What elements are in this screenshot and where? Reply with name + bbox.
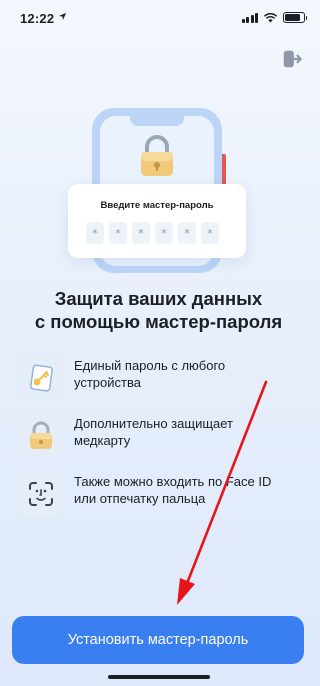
pin-cell: * (155, 222, 173, 244)
password-card-title: Введите мастер-пароль (100, 200, 214, 211)
annotation-arrow (177, 380, 268, 605)
location-arrow-icon (58, 12, 67, 21)
feature-item-single-password: Единый пароль с любого устройства (18, 355, 308, 401)
padlock-icon (141, 135, 173, 176)
pin-row: * * * * * * (86, 222, 219, 244)
logout-icon[interactable] (281, 48, 303, 70)
feature-text: Также можно входить по Face ID или отпеч… (74, 473, 304, 507)
password-card: Введите мастер-пароль * * * * * * (68, 184, 246, 258)
page-title: Защита ваших данных с помощью мастер-пар… (0, 287, 317, 333)
status-time: 12:22 (20, 11, 55, 26)
battery-fill (285, 14, 301, 21)
pin-cell: * (132, 222, 150, 244)
feature-text-line-2: или отпечатку пальца (74, 491, 206, 506)
face-id-icon (29, 482, 53, 506)
feature-item-face-id: Также можно входить по Face ID или отпеч… (18, 471, 308, 517)
page-title-line-1: Защита ваших данных (54, 288, 263, 309)
feature-icon-box (18, 413, 64, 459)
battery-icon (283, 12, 307, 23)
key-card-icon (30, 364, 53, 392)
pin-cell: * (178, 222, 196, 244)
pin-cell: * (86, 222, 104, 244)
feature-text-line-1: Дополнительно защищает (74, 416, 234, 431)
feature-text-line-1: Также можно входить по Face ID (74, 474, 272, 489)
phone-notch (130, 116, 184, 126)
feature-text: Единый пароль с любого устройства (74, 357, 304, 391)
page-title-line-2: с помощью мастер-пароля (34, 311, 283, 332)
wifi-icon (263, 13, 278, 23)
pin-cell: * (201, 222, 219, 244)
feature-text-line-2: устройства (74, 375, 141, 390)
home-indicator (108, 675, 210, 679)
feature-text: Дополнительно защищает медкарту (74, 415, 304, 449)
feature-icon-box (18, 355, 64, 401)
set-master-password-button[interactable]: Установить мастер-пароль (12, 616, 304, 664)
pin-cell: * (109, 222, 127, 244)
feature-text-line-1: Единый пароль с любого (74, 358, 226, 373)
cellular-signal-icon (241, 12, 258, 23)
feature-item-protects-medcard: Дополнительно защищает медкарту (18, 413, 308, 459)
feature-text-line-2: медкарту (74, 433, 131, 448)
status-indicators (241, 12, 307, 23)
status-bar: 12:22 (0, 0, 317, 36)
lock-icon (30, 421, 52, 449)
feature-icon-box (18, 471, 64, 517)
